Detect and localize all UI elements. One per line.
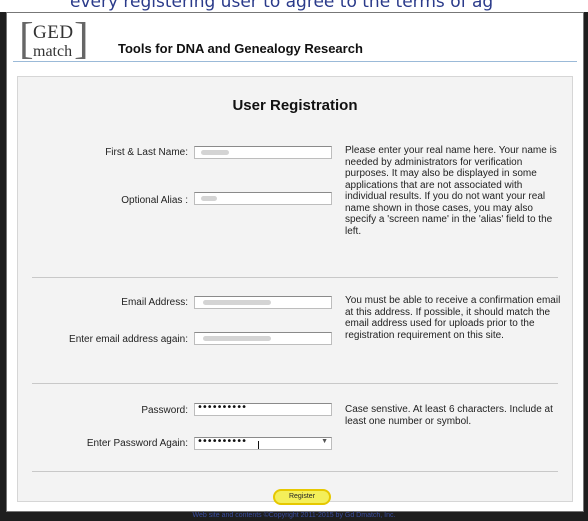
password-field[interactable]: ••••••••••: [194, 402, 332, 416]
email-address-field[interactable]: [194, 296, 332, 309]
page-frame: [ GED match ] Tools for DNA and Genealog…: [6, 12, 584, 512]
password-help-text: Case senstive. At least 6 characters. In…: [345, 404, 553, 427]
text-cursor: [258, 441, 259, 449]
email-help-text: You must be able to receive a confirmati…: [345, 295, 561, 341]
first-last-name-label: First & Last Name:: [105, 147, 188, 158]
password-again-value: ••••••••••: [197, 436, 247, 447]
gedmatch-logo: [ GED match ]: [19, 14, 89, 63]
site-tagline: Tools for DNA and Genealogy Research: [118, 41, 363, 56]
registration-panel: User Registration First & Last Name: Opt…: [17, 76, 573, 502]
register-button[interactable]: Register: [273, 489, 331, 505]
password-label: Password:: [141, 405, 188, 416]
email-address-label: Email Address:: [121, 297, 188, 308]
top-caption: every registering user to agree to the t…: [0, 0, 588, 12]
section-divider-3: [32, 471, 558, 472]
email-again-field[interactable]: [194, 332, 332, 345]
dropdown-arrow-icon[interactable]: ▼: [321, 438, 328, 445]
header-divider: [13, 61, 577, 62]
password-value: ••••••••••: [197, 402, 247, 413]
section-divider-1: [32, 277, 558, 278]
form-title: User Registration: [232, 97, 358, 114]
section-divider-2: [32, 383, 558, 384]
password-again-label: Enter Password Again:: [86, 438, 188, 449]
copyright-footer: Web site and contents ©Copyright 2011-20…: [192, 512, 396, 519]
password-again-field[interactable]: •••••••••• ▼: [194, 436, 332, 450]
name-help-text: Please enter your real name here. Your n…: [345, 145, 557, 237]
optional-alias-label: Optional Alias :: [121, 195, 188, 206]
email-again-label: Enter email address again:: [69, 334, 188, 345]
optional-alias-field[interactable]: [194, 192, 332, 205]
first-last-name-field[interactable]: [194, 146, 332, 159]
